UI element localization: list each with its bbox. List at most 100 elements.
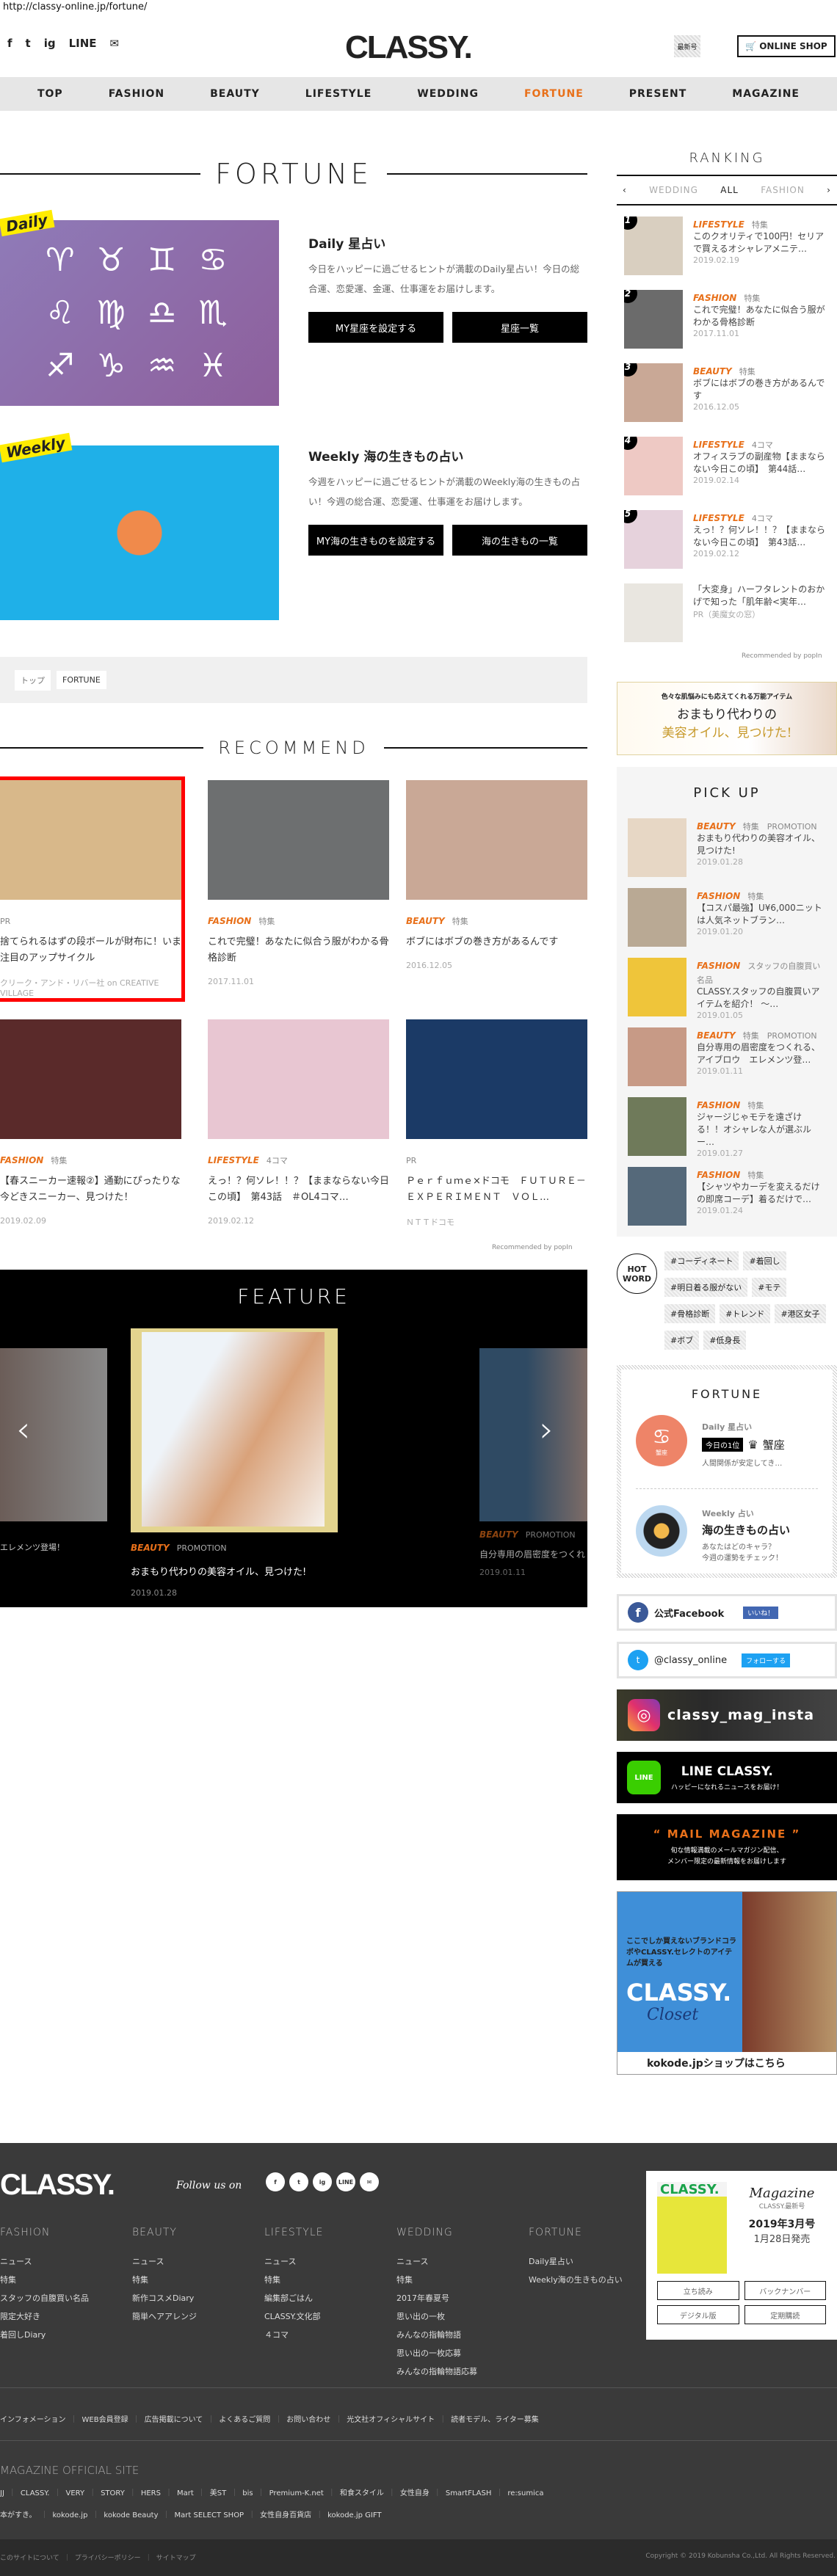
follow-button[interactable]: フォローする [742,1653,791,1667]
info-link[interactable]: よくあるご質問 [219,2416,270,2424]
footer-link[interactable]: ４コマ [264,2326,323,2344]
nav-item-beauty[interactable]: BEAUTY [210,88,260,100]
footer-link[interactable]: みんなの指輪物語応募 [396,2362,477,2381]
category-tag[interactable]: BEAUTY [697,1030,736,1041]
info-link[interactable]: 読者モデル、ライター募集 [451,2416,539,2424]
hotword-tag[interactable]: #港区女子 [775,1304,826,1323]
tachiyomi-button[interactable]: 立ち読み [657,2281,739,2300]
category-tag[interactable]: LIFESTYLE [693,219,744,230]
feature-right-title[interactable]: 自分専用の眉密度をつくれ [479,1548,587,1560]
breadcrumb-top[interactable]: トップ [15,669,51,691]
magazine-site-link[interactable]: STORY [101,2489,125,2497]
ranking-tab-all[interactable]: ALL [720,185,739,195]
category-tag[interactable]: LIFESTYLE [693,513,744,523]
bottom-link[interactable]: プライバシーポリシー [75,2555,141,2562]
ranking-item-title[interactable]: これで完璧！あなたに似合う服がわかる骨格診断 [693,304,830,329]
footer-logo[interactable]: CLASSY. [0,2169,115,2202]
category-tag[interactable]: FASHION [0,1155,43,1165]
top-sign[interactable]: 蟹座 [763,1437,785,1452]
category-tag[interactable]: LIFESTYLE [693,440,744,450]
carousel-prev-icon[interactable]: ‹ [16,1409,30,1450]
ranking-tab-wedding[interactable]: WEDDING [649,185,698,195]
info-link[interactable]: お問い合わせ [286,2416,330,2424]
recommend-card-title[interactable]: これで完璧！あなたに似合う服がわかる骨格診断 [208,934,389,967]
info-link[interactable]: WEB会員登録 [82,2416,128,2424]
line-banner[interactable]: LINE LINE CLASSY. ハッピーになれるニュースをお届け！ [617,1752,837,1803]
pickup-item[interactable]: BEAUTY 特集 PROMOTION 自分専用の眉密度をつくれる、アイブロウ エレ… [628,1027,826,1086]
magazine-site-link[interactable]: 女性自身百貨店 [260,2511,311,2519]
ranking-next-icon[interactable]: › [827,185,831,195]
bottom-link[interactable]: サイトマップ [156,2555,196,2562]
ranking-prev-icon[interactable]: ‹ [623,185,627,195]
recommend-card[interactable]: PR Ｐｅｒｆｕｍｅ×ドコモ ＦＵＴＵＲＥ－ＥＸＰＥＲＩＭＥＮＴ ＶＯＬ… ＮＴＴド… [406,1019,587,1228]
sea-urchin-icon[interactable] [636,1505,687,1557]
magazine-site-link[interactable]: CLASSY. [21,2489,50,2497]
magazine-site-link[interactable]: kokode.jp [53,2511,88,2519]
pickup-item-title[interactable]: CLASSY.スタッフの自腹買いアイテムを紹介！ 〜… [697,986,826,1011]
magazine-site-link[interactable]: re:sumica [507,2489,543,2497]
feature-main-frame[interactable] [131,1328,338,1532]
ranking-item-title[interactable]: オフィスラブの副産物【ままならない今日この頃】 第44話… [693,451,830,476]
beauty-oil-banner[interactable]: 色々な肌悩みにも応えてくれる万能アイテム おまもり代わりの 美容オイル、見つけた… [617,682,837,755]
sign-list-button[interactable]: 星座一覧 [452,312,587,343]
pickup-item[interactable]: FASHION 特集 【シャツやカーデを変えるだけの即席コーデ】着るだけで… 2019… [628,1167,826,1226]
footer-link[interactable]: 特集 [264,2271,323,2289]
digital-edition-button[interactable]: デジタル版 [657,2305,739,2324]
magazine-site-link[interactable]: 本がすき。 [0,2511,37,2519]
nav-item-fortune[interactable]: FORTUNE [524,88,584,100]
ranking-item-title[interactable]: 「大変身」ハーフタレントのおかげで知った「肌年齢<実年… [693,583,830,608]
popin-credit[interactable]: Recommended by popIn [492,1244,573,1251]
ranking-item-title[interactable]: このクオリティで100円！セリアで買えるオシャレアメニテ… [693,230,830,255]
pickup-item[interactable]: BEAUTY 特集 PROMOTION おまもり代わりの美容オイル、見つけた! 201… [628,818,826,877]
magazine-site-link[interactable]: VERY [66,2489,85,2497]
twitter-icon[interactable]: t [289,2172,308,2191]
magazine-site-link[interactable]: 和食スタイル [340,2489,384,2497]
pickup-item[interactable]: FASHION スタッフの自腹買い名品 CLASSY.スタッフの自腹買いアイテムを紹… [628,958,826,1020]
ranking-item[interactable]: 5 LIFESTYLE 4コマ えっ！？何ソレ！！？【ままならない今日この頃】 第43… [624,510,830,569]
cancer-sign-icon[interactable]: ♋ 蟹座 [636,1415,687,1466]
site-logo[interactable]: CLASSY. [345,29,473,66]
recommend-card[interactable]: LIFESTYLE 4コマ えっ！？何ソレ！！？【ままならない今日この頃】 第43話… [208,1019,389,1226]
magazine-site-link[interactable]: Premium-K.net [269,2489,324,2497]
pickup-item-title[interactable]: 自分専用の眉密度をつくれる、アイブロウ エレメンツ登… [697,1041,826,1066]
side-weekly-title[interactable]: 海の生きもの占い [702,1522,790,1538]
footer-link[interactable]: 特集 [0,2271,89,2289]
nav-item-magazine[interactable]: MAGAZINE [732,88,800,100]
category-tag[interactable]: FASHION [697,1100,740,1110]
magazine-site-link[interactable]: 女性自身 [400,2489,430,2497]
set-my-sign-button[interactable]: MY星座を設定する [308,312,443,343]
footer-link[interactable]: ニュース [264,2252,323,2271]
facebook-icon[interactable]: f [7,37,12,50]
mail-icon[interactable]: ✉ [360,2172,379,2191]
nav-item-top[interactable]: TOP [37,88,63,100]
hotword-tag[interactable]: #着回し [743,1251,786,1270]
footer-column-title[interactable]: WEDDING [396,2224,477,2242]
nav-item-lifestyle[interactable]: LIFESTYLE [305,88,372,100]
weekly-fortune-image[interactable] [0,445,279,620]
info-link[interactable]: インフォメーション [0,2416,66,2424]
magazine-site-link[interactable]: JJ [0,2489,4,2497]
recommend-card[interactable]: FASHION 特集 これで完璧！あなたに似合う服がわかる骨格診断 2017.11.0… [208,780,389,986]
category-tag[interactable]: FASHION [697,961,740,971]
hotword-tag[interactable]: #低身長 [703,1331,747,1350]
footer-column-title[interactable]: BEAUTY [132,2224,197,2242]
footer-column-title[interactable]: LIFESTYLE [264,2224,323,2242]
kokode-banner[interactable]: ここでしか買えないブランドコラボやCLASSY.セレクトのアイテムが買える CL… [617,1891,837,2075]
footer-link[interactable]: 特集 [132,2271,197,2289]
hotword-tag[interactable]: #ボブ [664,1331,700,1350]
pickup-item[interactable]: FASHION 特集 ジャージじゃモテを遠ざける！！オシャレな人が選ぶルー… 2019… [628,1097,826,1158]
category-tag[interactable]: FASHION [697,891,740,901]
subscribe-button[interactable]: 定期購読 [744,2305,826,2324]
info-link[interactable]: 光文社オフィシャルサイト [347,2416,435,2424]
footer-link[interactable]: 着回しDiary [0,2326,89,2344]
online-shop-button[interactable]: 🛒 ONLINE SHOP [737,35,836,57]
feature-right-image[interactable] [479,1348,587,1521]
twitter-widget[interactable]: t @classy_online フォローする [617,1642,837,1678]
hotword-tag[interactable]: #トレンド [720,1304,771,1323]
facebook-widget[interactable]: f 公式Facebook いいね！ [617,1594,837,1631]
recommend-card[interactable]: PR 捨てられるはずの段ボールが財布に！いま注目のアップサイクル クリーク・アンド・… [0,776,185,1002]
pickup-item-title[interactable]: 【コスパ最強】U¥6,000ニットは人気ネットブラン… [697,902,826,927]
ranking-tab-fashion[interactable]: FASHION [761,185,805,195]
footer-link[interactable]: みんなの指輪物語 [396,2326,477,2344]
set-my-creature-button[interactable]: MY海の生きものを設定する [308,525,443,556]
